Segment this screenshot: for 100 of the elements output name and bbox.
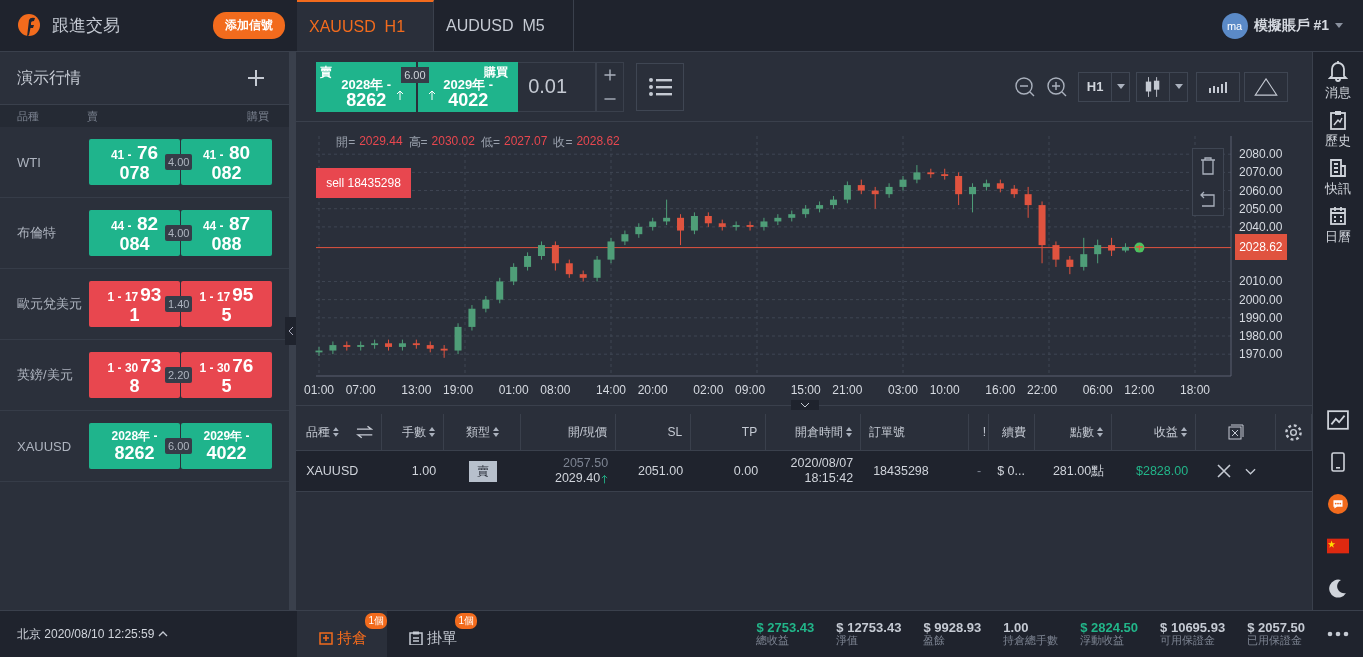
sort-icon[interactable] — [492, 427, 499, 437]
symbol-name[interactable]: 布倫特 — [17, 224, 89, 242]
arrow-up-icon — [428, 89, 437, 100]
symbol-name[interactable]: 英鎊/美元 — [17, 366, 89, 384]
x-axis-label: 03:00 — [888, 383, 919, 397]
candle — [830, 195, 838, 210]
candle — [440, 344, 448, 359]
candle — [705, 211, 712, 228]
sort-icon[interactable] — [1181, 427, 1188, 437]
stat-value: $ 2057.50 — [1247, 621, 1305, 636]
candle — [496, 277, 504, 304]
column-header[interactable]: 收益 — [1112, 414, 1197, 450]
list-icon[interactable] — [648, 76, 673, 97]
order-type-badge: 賣 — [468, 460, 497, 482]
settings-icon[interactable] — [1284, 422, 1304, 442]
ohlc-label: 高= — [408, 134, 428, 151]
news-icon[interactable] — [1329, 158, 1348, 178]
stat-value: $ 2824.50 — [1080, 621, 1139, 636]
chat-icon[interactable] — [1327, 494, 1350, 514]
x-axis-label: 01:00 — [304, 383, 335, 397]
sidebar-item[interactable]: 快訊 — [1325, 158, 1352, 198]
bottom-tab[interactable]: 持倉 1個 — [297, 611, 387, 657]
clipboard-icon[interactable] — [1329, 110, 1348, 130]
column-header[interactable]: 類型 — [444, 414, 522, 450]
zoom-out-icon[interactable] — [1014, 75, 1037, 98]
timeframe-dropdown[interactable]: H1 — [1078, 71, 1113, 102]
quantity-field[interactable]: 0.01 — [518, 61, 597, 112]
candle — [343, 340, 351, 352]
symbol-name[interactable]: 歐元兌美元 — [17, 295, 89, 313]
clipboard-icon[interactable] — [409, 631, 423, 645]
add-icon[interactable] — [247, 69, 266, 87]
arrow-up-icon — [601, 473, 609, 484]
y-axis-label: 2050.00 — [1239, 201, 1283, 216]
indicators-icon[interactable] — [1196, 71, 1241, 102]
trash-icon[interactable] — [1200, 157, 1217, 175]
chart-icon[interactable] — [1327, 410, 1350, 430]
collapse-handle[interactable] — [285, 317, 297, 345]
plus-box-icon[interactable] — [319, 631, 333, 645]
flag-icon[interactable] — [1327, 536, 1350, 556]
drawing-tool-icon[interactable] — [1244, 71, 1289, 102]
table-cell-text: 18435298 — [872, 463, 930, 480]
caret-icon[interactable] — [1116, 84, 1125, 89]
sort-icon[interactable] — [333, 427, 339, 437]
current-price: 2029.40 — [554, 471, 601, 486]
list-button[interactable] — [636, 62, 685, 111]
sort-icon[interactable] — [1097, 427, 1104, 437]
caret-icon[interactable] — [1174, 84, 1183, 89]
candle — [357, 340, 365, 352]
caret-icon[interactable] — [158, 631, 169, 637]
stat-label: 可用保證金 — [1160, 635, 1216, 647]
ohlc-value: 2027.07 — [504, 134, 548, 150]
account-name[interactable]: 模擬賬戶 #1 — [1253, 16, 1329, 35]
x-axis-label: 22:00 — [1027, 383, 1058, 397]
bell-icon[interactable] — [1328, 60, 1349, 82]
sort-icon[interactable] — [429, 427, 436, 437]
caret-icon[interactable] — [1244, 467, 1256, 475]
candle — [621, 230, 629, 246]
candle — [552, 240, 560, 272]
candle — [941, 168, 949, 181]
candle — [1038, 200, 1046, 264]
clock-text[interactable]: 北京 2020/08/10 12:25:59 — [17, 625, 155, 643]
x-axis-label: 20:00 — [637, 383, 668, 397]
chart-tab[interactable]: XAUUSD H1 — [297, 0, 435, 51]
dropdown-toggle[interactable] — [1112, 71, 1131, 102]
stat-value: $ 10695.93 — [1160, 621, 1226, 636]
symbol-name[interactable]: WTI — [17, 154, 89, 170]
candle — [1122, 242, 1130, 253]
close-icon[interactable] — [1216, 464, 1231, 478]
candle — [1094, 239, 1102, 264]
candle — [468, 304, 476, 332]
sidebar-item[interactable]: 日曆 — [1325, 206, 1352, 246]
stat-value: $ 2753.43 — [756, 621, 815, 636]
caret-icon[interactable] — [1335, 23, 1343, 28]
more-icon[interactable] — [1327, 631, 1349, 637]
expand-handle[interactable] — [791, 400, 820, 410]
stat-label: 浮動收益 — [1080, 635, 1125, 647]
calendar-icon[interactable] — [1329, 206, 1348, 226]
sort-icon[interactable] — [846, 427, 853, 437]
column-header[interactable]: 手數 — [382, 414, 445, 450]
sidebar-item[interactable]: 消息 — [1325, 60, 1352, 102]
x-axis-label: 21:00 — [832, 383, 863, 397]
column-header[interactable]: 點數 — [1035, 414, 1113, 450]
column-header: SL — [616, 414, 692, 450]
stat-label: 盈餘 — [923, 635, 946, 647]
dropdown-toggle[interactable] — [1170, 71, 1189, 102]
swap-icon[interactable] — [355, 425, 374, 439]
candlestick-icon[interactable] — [1136, 71, 1171, 102]
column-header[interactable]: 開倉時間 — [766, 414, 862, 450]
avatar[interactable]: ma — [1221, 12, 1248, 39]
order-tag[interactable]: sell 18435298 — [316, 168, 411, 198]
spread-value: 1.40 — [165, 296, 193, 312]
column-header[interactable]: 品種 — [296, 414, 383, 450]
close-all-icon[interactable] — [1227, 424, 1244, 440]
undo-icon[interactable] — [1200, 191, 1217, 207]
bottom-tab[interactable]: 掛單 1個 — [387, 611, 477, 657]
zoom-in-icon[interactable] — [1046, 75, 1069, 98]
symbol-name[interactable]: XAUUSD — [17, 438, 89, 454]
sidebar-item[interactable]: 歷史 — [1325, 110, 1352, 150]
x-axis-label: 10:00 — [929, 383, 960, 397]
ohlc-value: 2030.02 — [431, 134, 475, 150]
